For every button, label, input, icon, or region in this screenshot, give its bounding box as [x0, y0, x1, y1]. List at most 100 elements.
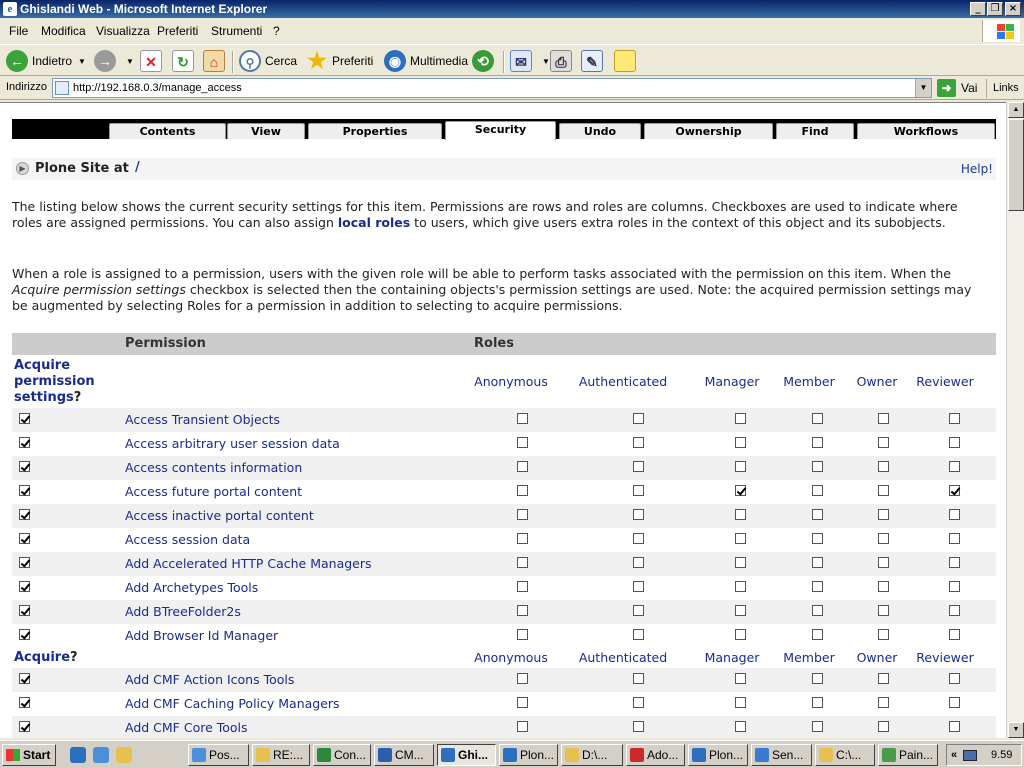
permission-link[interactable]: Access inactive portal content: [125, 508, 314, 523]
role-checkbox-reviewer[interactable]: [949, 413, 960, 424]
role-checkbox-member[interactable]: [812, 673, 823, 684]
taskbar-button[interactable]: Plon...: [688, 744, 748, 766]
permission-link[interactable]: Access future portal content: [125, 484, 302, 499]
role-checkbox-member[interactable]: [812, 509, 823, 520]
taskbar-button[interactable]: RE:...: [252, 744, 310, 766]
explorer-quicklaunch-icon[interactable]: [116, 747, 132, 763]
outlook-quicklaunch-icon[interactable]: [93, 747, 109, 763]
role-checkbox-authenticated[interactable]: [633, 673, 644, 684]
role-checkbox-anonymous[interactable]: [517, 605, 528, 616]
role-checkbox-member[interactable]: [812, 697, 823, 708]
acquire-checkbox[interactable]: [19, 721, 30, 732]
role-header-anonymous[interactable]: Anonymous: [474, 650, 548, 665]
role-checkbox-manager[interactable]: [735, 697, 746, 708]
network-icon[interactable]: [963, 750, 977, 761]
role-header-authenticated[interactable]: Authenticated: [579, 374, 667, 389]
role-checkbox-anonymous[interactable]: [517, 413, 528, 424]
mail-dropdown-icon[interactable]: ▼: [542, 57, 550, 66]
tab-properties[interactable]: Properties: [308, 123, 442, 139]
role-checkbox-manager[interactable]: [735, 437, 746, 448]
acquire-checkbox[interactable]: [19, 673, 30, 684]
favorites-button[interactable]: ★ Preferiti: [306, 48, 373, 74]
role-checkbox-member[interactable]: [812, 485, 823, 496]
search-button[interactable]: ⚲ Cerca: [239, 48, 297, 74]
role-checkbox-owner[interactable]: [878, 557, 889, 568]
role-checkbox-manager[interactable]: [735, 721, 746, 732]
permission-link[interactable]: Add Archetypes Tools: [125, 580, 258, 595]
edit-button[interactable]: ✎: [581, 48, 607, 74]
role-checkbox-member[interactable]: [812, 629, 823, 640]
role-checkbox-owner[interactable]: [878, 509, 889, 520]
start-button[interactable]: Start: [2, 744, 56, 766]
role-header-anonymous[interactable]: Anonymous: [474, 374, 548, 389]
home-button[interactable]: ⌂: [203, 48, 229, 74]
role-checkbox-owner[interactable]: [878, 533, 889, 544]
role-checkbox-reviewer[interactable]: [949, 673, 960, 684]
tab-find[interactable]: Find: [776, 123, 854, 139]
menu-file[interactable]: File: [9, 24, 28, 38]
history-button[interactable]: ⟲: [472, 48, 498, 74]
acquire-checkbox[interactable]: [19, 461, 30, 472]
tray-expand-button[interactable]: «: [951, 745, 957, 765]
role-checkbox-member[interactable]: [812, 605, 823, 616]
acquire-checkbox[interactable]: [19, 629, 30, 640]
role-checkbox-reviewer[interactable]: [949, 697, 960, 708]
role-checkbox-anonymous[interactable]: [517, 629, 528, 640]
menu-visualizza[interactable]: Visualizza: [96, 24, 150, 38]
scroll-thumb[interactable]: [1008, 119, 1024, 211]
tab-view[interactable]: View: [227, 123, 305, 139]
role-checkbox-authenticated[interactable]: [633, 461, 644, 472]
role-checkbox-owner[interactable]: [878, 461, 889, 472]
ie-quicklaunch-icon[interactable]: [70, 747, 86, 763]
role-checkbox-member[interactable]: [812, 581, 823, 592]
role-checkbox-authenticated[interactable]: [633, 557, 644, 568]
role-header-authenticated[interactable]: Authenticated: [579, 650, 667, 665]
maximize-button[interactable]: ❐: [987, 2, 1003, 16]
role-header-reviewer[interactable]: Reviewer: [916, 650, 973, 665]
role-checkbox-authenticated[interactable]: [633, 629, 644, 640]
menu-preferiti[interactable]: Preferiti: [157, 24, 198, 38]
menu-modifica[interactable]: Modifica: [41, 24, 86, 38]
role-checkbox-authenticated[interactable]: [633, 509, 644, 520]
role-checkbox-authenticated[interactable]: [633, 605, 644, 616]
role-checkbox-owner[interactable]: [878, 485, 889, 496]
role-checkbox-member[interactable]: [812, 557, 823, 568]
role-checkbox-manager[interactable]: [735, 485, 746, 496]
role-header-owner[interactable]: Owner: [857, 374, 898, 389]
acquire-checkbox[interactable]: [19, 437, 30, 448]
site-path-link[interactable]: /: [135, 160, 140, 175]
role-checkbox-reviewer[interactable]: [949, 509, 960, 520]
menu-strumenti[interactable]: Strumenti: [211, 24, 262, 38]
acquire-checkbox[interactable]: [19, 533, 30, 544]
role-checkbox-owner[interactable]: [878, 697, 889, 708]
permission-link[interactable]: Access Transient Objects: [125, 412, 280, 427]
stop-button[interactable]: ✕: [140, 48, 166, 74]
role-checkbox-reviewer[interactable]: [949, 461, 960, 472]
role-checkbox-authenticated[interactable]: [633, 413, 644, 424]
role-checkbox-reviewer[interactable]: [949, 485, 960, 496]
taskbar-button[interactable]: CM...: [374, 744, 434, 766]
role-checkbox-member[interactable]: [812, 437, 823, 448]
menu-help[interactable]: ?: [273, 24, 280, 38]
address-url[interactable]: http://192.168.0.3/manage_access: [73, 82, 242, 94]
role-checkbox-anonymous[interactable]: [517, 461, 528, 472]
taskbar-button[interactable]: D:\...: [561, 744, 623, 766]
taskbar-button[interactable]: Con...: [313, 744, 371, 766]
role-checkbox-manager[interactable]: [735, 461, 746, 472]
help-link[interactable]: Help!: [961, 162, 993, 176]
role-checkbox-anonymous[interactable]: [517, 697, 528, 708]
role-checkbox-reviewer[interactable]: [949, 629, 960, 640]
taskbar-button[interactable]: Ado...: [626, 744, 685, 766]
discuss-button[interactable]: [614, 48, 640, 74]
permission-link[interactable]: Add Accelerated HTTP Cache Managers: [125, 556, 372, 571]
role-checkbox-manager[interactable]: [735, 629, 746, 640]
permission-link[interactable]: Access session data: [125, 532, 250, 547]
role-checkbox-manager[interactable]: [735, 533, 746, 544]
role-checkbox-anonymous[interactable]: [517, 533, 528, 544]
role-checkbox-reviewer[interactable]: [949, 581, 960, 592]
role-checkbox-manager[interactable]: [735, 581, 746, 592]
taskbar-button[interactable]: Pos...: [188, 744, 249, 766]
role-checkbox-authenticated[interactable]: [633, 533, 644, 544]
permission-link[interactable]: Access arbitrary user session data: [125, 436, 340, 451]
role-checkbox-anonymous[interactable]: [517, 673, 528, 684]
